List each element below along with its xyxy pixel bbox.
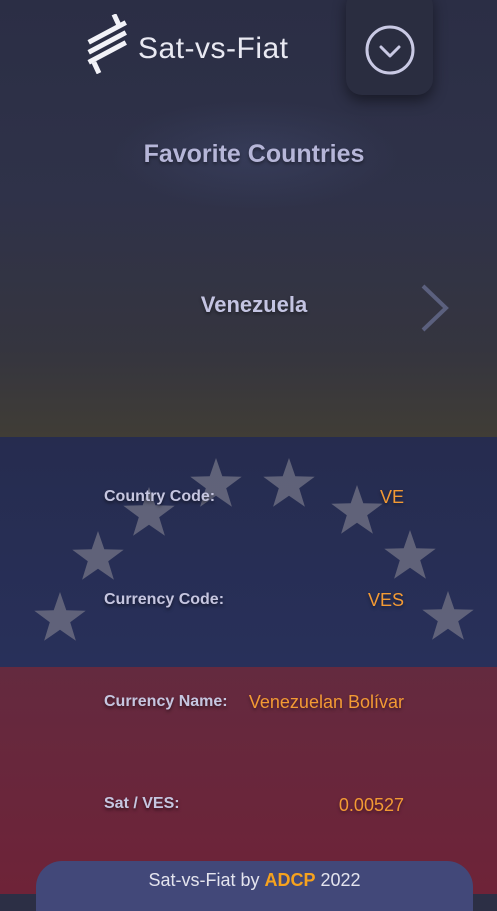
currency-name-label: Currency Name: (104, 693, 228, 710)
flag-star (34, 592, 86, 641)
footer-prefix: Sat-vs-Fiat by (148, 870, 260, 890)
flag-stars-arc (34, 458, 474, 641)
flag-star (72, 531, 124, 580)
footer-year: 2022 (320, 870, 361, 890)
app-title: Sat-vs-Fiat (138, 32, 289, 65)
flag-star (422, 591, 474, 640)
flag-star (331, 485, 383, 534)
footer-credit: Sat-vs-Fiat by ADCP 2022 (36, 870, 473, 891)
footer-brand-link[interactable]: ADCP (264, 870, 315, 890)
sat-rate-value: 0.00527 (338, 795, 404, 815)
menu-dropdown-button[interactable] (346, 0, 433, 95)
country-code-value: VE (379, 487, 404, 507)
sat-rate-label: Sat / VES: (104, 795, 180, 812)
currency-code-label: Currency Code: (104, 591, 225, 608)
currency-name-value: Venezuelan Bolívar (248, 692, 404, 712)
flag-star (263, 458, 315, 507)
country-code-label: Country Code: (104, 488, 216, 505)
flag-star (384, 530, 436, 579)
currency-code-value: VES (367, 590, 404, 610)
chevron-right-icon[interactable] (417, 283, 451, 333)
chevron-down-circle-icon[interactable] (364, 24, 416, 76)
footer-bar: Sat-vs-Fiat by ADCP 2022 (36, 861, 473, 911)
favorites-title: Favorite Countries (143, 140, 365, 168)
sat-stack-logo-icon (87, 14, 127, 74)
